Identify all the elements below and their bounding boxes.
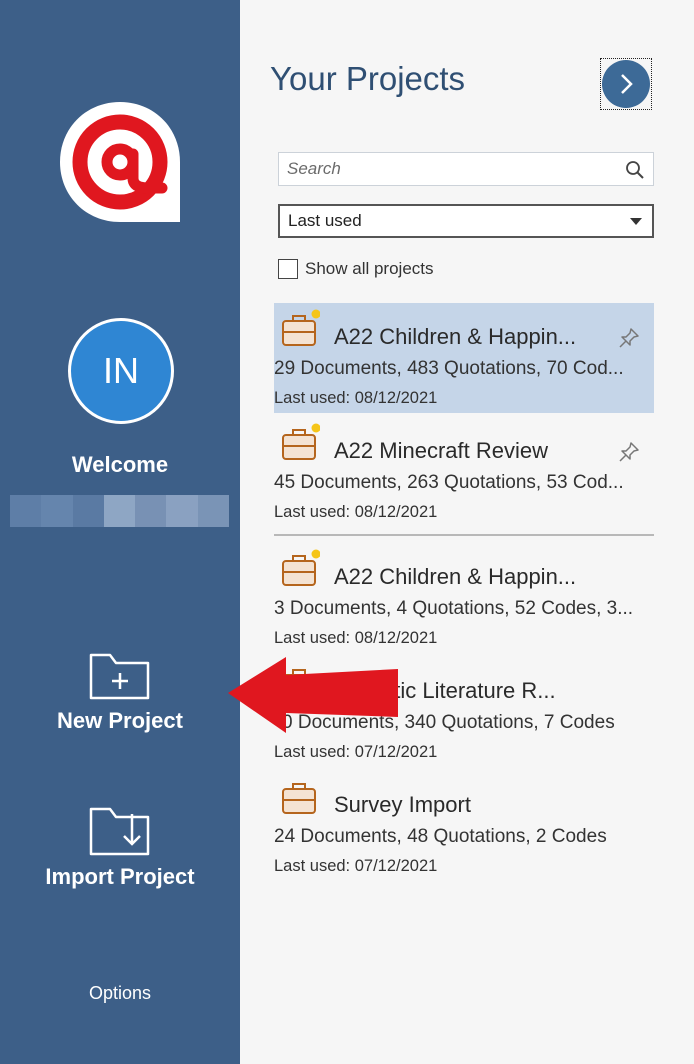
search-input[interactable]: [279, 153, 609, 185]
project-stats: 45 Documents, 263 Quotations, 53 Cod...: [274, 472, 624, 493]
project-stats: 24 Documents, 48 Quotations, 2 Codes: [274, 826, 607, 847]
pin-icon[interactable]: [618, 327, 640, 349]
briefcase-icon: [282, 549, 320, 586]
briefcase-icon: [282, 783, 316, 814]
project-stats: 29 Documents, 483 Quotations, 70 Cod...: [274, 358, 624, 379]
avatar-initials: IN: [103, 350, 139, 391]
import-project-button[interactable]: Import Project: [0, 806, 240, 890]
project-name: A22 Minecraft Review: [334, 438, 548, 463]
project-last-used: Last used: 08/12/2021: [274, 503, 438, 521]
next-button[interactable]: [600, 58, 652, 110]
sidebar: IN Welcome New Project Import Project Op…: [0, 0, 240, 1064]
checkbox[interactable]: [278, 259, 298, 279]
new-project-button[interactable]: New Project: [0, 652, 240, 734]
project-item[interactable]: A22 Minecraft Review 45 Documents, 263 Q…: [274, 417, 654, 527]
folder-import-icon: [89, 807, 150, 856]
username-redacted: [10, 495, 229, 527]
project-last-used: Last used: 08/12/2021: [274, 389, 438, 407]
project-last-used: Last used: 07/12/2021: [274, 857, 438, 875]
new-project-label: New Project: [57, 708, 183, 733]
import-project-label: Import Project: [45, 864, 195, 889]
chevron-down-icon: [630, 218, 642, 225]
project-last-used: Last used: 08/12/2021: [274, 629, 438, 647]
page-title: Your Projects: [270, 60, 466, 97]
user-avatar[interactable]: IN: [68, 318, 174, 424]
project-name: A22 Children & Happin...: [334, 324, 577, 349]
pin-icon[interactable]: [618, 441, 640, 463]
show-all-label: Show all projects: [305, 259, 434, 278]
app-logo: [60, 102, 180, 222]
sort-dropdown[interactable]: Last used: [278, 204, 654, 238]
search-box: [278, 152, 654, 186]
project-name: A22 Children & Happin...: [334, 564, 577, 589]
project-name: Survey Import: [334, 792, 471, 817]
project-stats: 3 Documents, 4 Quotations, 52 Codes, 3..…: [274, 598, 634, 619]
project-name: atic Literature R...: [382, 678, 556, 703]
welcome-label: Welcome: [71, 452, 169, 477]
show-all-projects-checkbox[interactable]: Show all projects: [278, 259, 434, 279]
briefcase-icon: [282, 309, 320, 346]
divider: [274, 534, 654, 536]
project-last-used: Last used: 07/12/2021: [274, 743, 438, 761]
folder-plus-icon: [89, 653, 150, 700]
briefcase-icon: [282, 423, 320, 460]
options-link[interactable]: Options: [0, 983, 240, 1004]
project-item[interactable]: A22 Children & Happin... 3 Documents, 4 …: [274, 543, 654, 653]
search-icon[interactable]: [625, 160, 645, 180]
projects-panel: Your Projects Last used Show all project…: [240, 0, 694, 1064]
chevron-right-icon: [621, 74, 633, 94]
project-item[interactable]: Survey Import 24 Documents, 48 Quotation…: [274, 771, 654, 881]
sort-value: Last used: [288, 211, 362, 230]
project-item[interactable]: A22 Children & Happin... 29 Documents, 4…: [274, 303, 654, 413]
red-arrow-annotation: [228, 657, 398, 733]
